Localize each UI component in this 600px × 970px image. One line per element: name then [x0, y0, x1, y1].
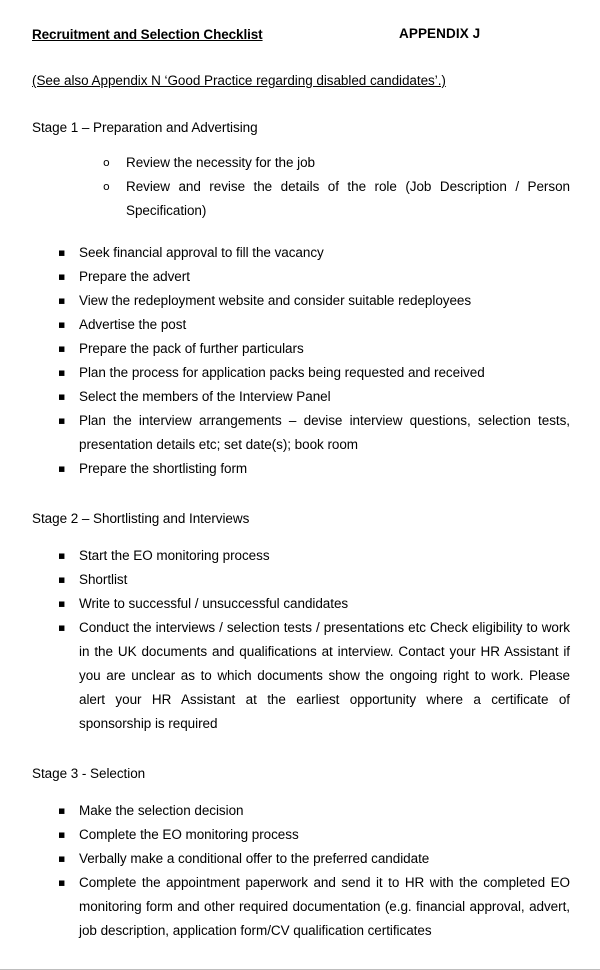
document-body: Recruitment and Selection Checklist APPE…	[32, 26, 570, 943]
checklist-item[interactable]: ▪ Plan the process for application packs …	[32, 361, 570, 385]
checklist-item[interactable]: ▪ Prepare the shortlisting form	[32, 457, 570, 481]
checklist-item[interactable]: ▪ Prepare the pack of further particulars	[32, 337, 570, 361]
square-bullet-icon: ▪	[58, 573, 66, 586]
checklist-item-label: Plan the interview arrangements – devise…	[79, 413, 570, 452]
checklist-item-label: Prepare the shortlisting form	[79, 461, 248, 476]
checklist-item[interactable]: ▪ Select the members of the Interview Pan…	[32, 385, 570, 409]
square-bullet-icon: ▪	[58, 390, 66, 403]
checklist-item[interactable]: ▪ Plan the interview arrangements – devis…	[32, 409, 570, 457]
checklist-item-label: Seek financial approval to fill the vaca…	[79, 245, 324, 260]
checklist-item[interactable]: ▪ Start the EO monitoring process	[32, 544, 570, 568]
square-bullet-icon: ▪	[58, 876, 66, 889]
checklist-item-label: Prepare the advert	[79, 269, 190, 284]
checklist-item-label: Start the EO monitoring process	[79, 548, 270, 563]
square-bullet-icon: ▪	[58, 828, 66, 841]
checklist-item-label: Complete the appointment paperwork and s…	[79, 875, 570, 938]
checklist-item[interactable]: o Review and revise the details of the ro…	[32, 175, 570, 223]
checklist-square-list: ▪ Make the selection decision ▪ Complete th…	[32, 799, 570, 943]
checklist-item[interactable]: ▪ Verbally make a conditional offer to th…	[32, 847, 570, 871]
checklist-item[interactable]: ▪ View the redeployment website and consi…	[32, 289, 570, 313]
see-also-note: (See also Appendix N ‘Good Practice rega…	[32, 73, 446, 88]
checklist-item[interactable]: ▪ Advertise the post	[32, 313, 570, 337]
checklist-item-label: Advertise the post	[79, 317, 187, 332]
checklist-item-label: Complete the EO monitoring process	[79, 827, 299, 842]
checklist-item[interactable]: ▪ Conduct the interviews / selection test…	[32, 616, 570, 736]
circle-bullet-icon: o	[103, 156, 110, 169]
checklist-item-label: Write to successful / unsuccessful candi…	[79, 596, 349, 611]
square-bullet-icon: ▪	[58, 342, 66, 355]
stage-heading: Stage 1 – Preparation and Advertising	[32, 120, 258, 135]
checklist-item[interactable]: ▪ Write to successful / unsuccessful cand…	[32, 592, 570, 616]
checklist-item[interactable]: ▪ Complete the EO monitoring process	[32, 823, 570, 847]
checklist-item-label: Plan the process for application packs b…	[79, 365, 485, 380]
checklist-item-label: Review and revise the details of the rol…	[126, 179, 570, 218]
checklist-item-label: Verbally make a conditional offer to the…	[79, 851, 430, 866]
checklist-item[interactable]: ▪ Complete the appointment paperwork and …	[32, 871, 570, 943]
square-bullet-icon: ▪	[58, 621, 66, 634]
square-bullet-icon: ▪	[58, 462, 66, 475]
circle-bullet-icon: o	[103, 180, 110, 193]
stages-container: Stage 1 – Preparation and Advertising o Re…	[32, 120, 570, 943]
document-page: Recruitment and Selection Checklist APPE…	[0, 0, 600, 970]
checklist-item-label: Shortlist	[79, 572, 128, 587]
checklist-item[interactable]: ▪ Seek financial approval to fill the vac…	[32, 241, 570, 265]
checklist-item-label: Conduct the interviews / selection tests…	[79, 620, 570, 731]
appendix-label: APPENDIX J	[399, 26, 481, 41]
checklist-item-label: Review the necessity for the job	[126, 155, 315, 170]
checklist-item-label: Make the selection decision	[79, 803, 244, 818]
square-bullet-icon: ▪	[58, 318, 66, 331]
checklist-square-list: ▪ Seek financial approval to fill the vac…	[32, 241, 570, 481]
square-bullet-icon: ▪	[58, 294, 66, 307]
checklist-item[interactable]: ▪ Prepare the advert	[32, 265, 570, 289]
square-bullet-icon: ▪	[58, 804, 66, 817]
checklist-item-label: Prepare the pack of further particulars	[79, 341, 304, 356]
square-bullet-icon: ▪	[58, 597, 66, 610]
checklist-item-label: View the redeployment website and consid…	[79, 293, 472, 308]
see-also-note-wrapper: (See also Appendix N ‘Good Practice rega…	[32, 46, 570, 90]
stage-heading: Stage 2 – Shortlisting and Interviews	[32, 511, 250, 526]
document-header: Recruitment and Selection Checklist APPE…	[32, 26, 570, 46]
square-bullet-icon: ▪	[58, 270, 66, 283]
checklist-item[interactable]: ▪ Make the selection decision	[32, 799, 570, 823]
checklist-circle-list: o Review the necessity for the job o Review…	[32, 151, 570, 223]
square-bullet-icon: ▪	[58, 414, 66, 427]
checklist-item[interactable]: o Review the necessity for the job	[32, 151, 570, 175]
square-bullet-icon: ▪	[58, 246, 66, 259]
square-bullet-icon: ▪	[58, 549, 66, 562]
square-bullet-icon: ▪	[58, 366, 66, 379]
checklist-square-list: ▪ Start the EO monitoring process ▪ Shortli…	[32, 544, 570, 736]
checklist-item[interactable]: ▪ Shortlist	[32, 568, 570, 592]
stage-heading: Stage 3 - Selection	[32, 766, 146, 781]
checklist-item-label: Select the members of the Interview Pane…	[79, 389, 331, 404]
page-title: Recruitment and Selection Checklist	[32, 27, 263, 42]
square-bullet-icon: ▪	[58, 852, 66, 865]
